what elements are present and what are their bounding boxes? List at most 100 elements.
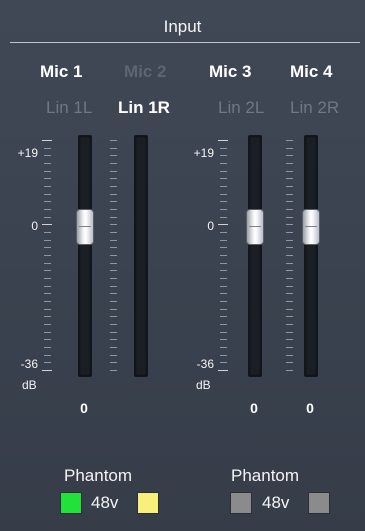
- tick-mark: [110, 262, 117, 264]
- tick-mark: [286, 285, 293, 287]
- tick-mark: [44, 239, 51, 241]
- scale-top-label-right: +19: [193, 146, 214, 160]
- tick-mark: [220, 293, 227, 295]
- tick-mark: [286, 224, 293, 226]
- tick-mark: [220, 193, 227, 195]
- tick-mark: [220, 201, 227, 203]
- tick-mark: [44, 270, 51, 272]
- fader-knob-ch4[interactable]: [302, 209, 320, 245]
- line-1l-button[interactable]: Lin 1L: [46, 98, 92, 118]
- fader-knob-ch1[interactable]: [76, 209, 94, 245]
- tick-mark: [110, 331, 117, 333]
- tick-mark: [110, 316, 117, 318]
- scale-top-label-left: +19: [17, 146, 38, 160]
- scale-bottom-label-right: -36: [196, 357, 214, 371]
- tick-mark: [286, 370, 293, 371]
- tick-mark: [220, 285, 227, 287]
- tick-scale-ch2: [110, 140, 117, 371]
- tick-mark: [110, 354, 117, 356]
- tick-mark: [220, 155, 227, 157]
- line-2l-button[interactable]: Lin 2L: [218, 98, 264, 118]
- line-2r-button[interactable]: Lin 2R: [290, 98, 339, 118]
- tick-mark: [220, 239, 227, 241]
- tick-mark: [220, 301, 227, 302]
- tick-mark: [220, 147, 227, 149]
- tick-mark: [44, 193, 51, 195]
- tick-mark: [110, 255, 117, 256]
- tick-mark: [286, 347, 293, 348]
- tick-mark: [42, 370, 52, 371]
- tick-mark: [220, 354, 227, 356]
- tick-mark: [44, 147, 51, 149]
- tick-mark: [286, 201, 293, 203]
- tick-mark: [44, 201, 51, 203]
- fader-track-ch4[interactable]: [304, 135, 318, 377]
- mic-2-button[interactable]: Mic 2: [124, 62, 167, 82]
- tick-mark: [286, 270, 293, 272]
- tick-mark: [286, 331, 293, 333]
- fader-track-ch3[interactable]: [248, 135, 262, 377]
- tick-mark: [110, 339, 117, 341]
- tick-mark: [220, 186, 227, 187]
- tick-mark: [110, 370, 117, 371]
- tick-mark: [286, 163, 293, 164]
- tick-mark: [110, 285, 117, 287]
- tick-mark: [110, 232, 117, 233]
- tick-mark: [220, 163, 227, 164]
- phantom-label-right: Phantom: [231, 466, 300, 485]
- tick-mark: [220, 316, 227, 318]
- tick-mark: [44, 293, 51, 295]
- line-1r-button[interactable]: Lin 1R: [118, 98, 170, 118]
- tick-mark: [286, 293, 293, 295]
- tick-mark: [110, 293, 117, 295]
- tick-mark: [220, 178, 227, 180]
- tick-mark: [44, 262, 51, 264]
- tick-mark: [44, 308, 51, 310]
- tick-mark: [220, 232, 227, 233]
- tick-mark: [110, 239, 117, 241]
- tick-mark: [44, 170, 51, 172]
- tick-mark: [110, 170, 117, 172]
- tick-mark: [44, 339, 51, 341]
- tick-mark: [110, 178, 117, 180]
- tick-mark: [286, 232, 293, 233]
- tick-mark: [44, 255, 51, 256]
- phantom-toggle-mic3[interactable]: [230, 492, 252, 514]
- tick-mark: [286, 301, 293, 302]
- tick-mark: [286, 193, 293, 195]
- mic-4-button[interactable]: Mic 4: [290, 62, 333, 82]
- tick-mark: [286, 186, 293, 187]
- tick-mark: [110, 155, 117, 157]
- mic-3-button[interactable]: Mic 3: [209, 62, 252, 82]
- scale-bottom-label-left: -36: [20, 357, 38, 371]
- fader-track-ch2: [134, 135, 148, 377]
- tick-mark: [44, 285, 51, 287]
- tick-mark: [220, 216, 227, 218]
- tick-mark: [220, 324, 227, 325]
- tick-scale-ch3: [218, 140, 228, 371]
- tick-mark: [220, 170, 227, 172]
- tick-mark: [44, 354, 51, 356]
- tick-mark: [110, 193, 117, 195]
- phantom-toggle-mic1[interactable]: [60, 492, 82, 514]
- tick-mark: [286, 316, 293, 318]
- tick-mark: [44, 209, 51, 210]
- phantom-toggle-mic2[interactable]: [137, 492, 159, 514]
- tick-mark: [220, 308, 227, 310]
- gain-value-ch1: 0: [80, 400, 88, 416]
- tick-mark: [286, 140, 293, 141]
- fader-knob-ch3[interactable]: [246, 209, 264, 245]
- tick-mark: [218, 370, 228, 371]
- fader-track-ch1[interactable]: [78, 135, 92, 377]
- tick-mark: [44, 331, 51, 333]
- phantom-label-left: Phantom: [64, 466, 133, 485]
- tick-mark: [110, 301, 117, 302]
- mic-1-button[interactable]: Mic 1: [40, 62, 83, 82]
- tick-mark: [44, 186, 51, 187]
- tick-mark: [110, 163, 117, 164]
- tick-mark: [218, 140, 228, 141]
- tick-mark: [44, 347, 51, 348]
- phantom-toggle-mic4[interactable]: [308, 492, 330, 514]
- tick-mark: [220, 362, 227, 364]
- tick-mark: [286, 255, 293, 256]
